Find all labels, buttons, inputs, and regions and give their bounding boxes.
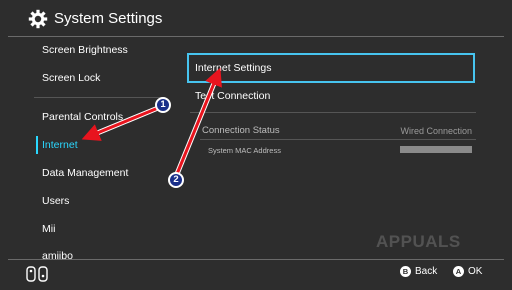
step-2-badge: 2 xyxy=(168,172,184,188)
arrow-to-internet-settings xyxy=(174,67,222,175)
arrow-to-internet xyxy=(81,105,159,141)
step-1-badge: 1 xyxy=(155,97,171,113)
annotation-overlay xyxy=(81,67,222,175)
